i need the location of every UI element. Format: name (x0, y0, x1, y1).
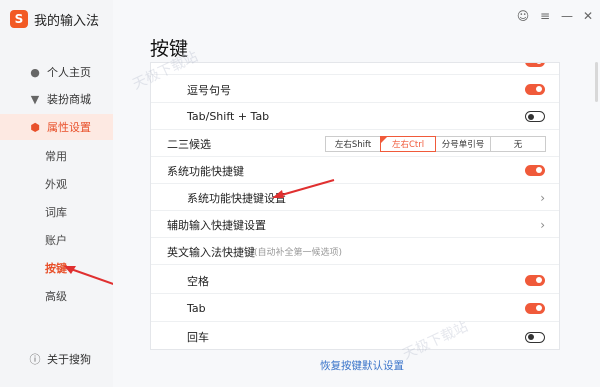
row-label: 回车 (187, 331, 209, 344)
settings-row-system-shortcut-settings[interactable]: 系统功能快捷键设置 › (151, 185, 559, 211)
chevron-right-icon: › (540, 217, 545, 232)
sidebar-subitem-dictionary[interactable]: 词库 (45, 199, 67, 225)
row-label: 系统功能快捷键 (167, 164, 244, 178)
segment-option[interactable]: 左右Shift (325, 136, 381, 152)
toggle-comma-period[interactable] (525, 84, 545, 95)
row-label: 英文输入法快捷键 (167, 245, 255, 259)
app-title: 我的输入法 (34, 13, 100, 29)
sidebar-item-profile[interactable]: ● 个人主页 (0, 59, 113, 85)
sidebar-item-settings[interactable]: ⬢ 属性设置 (0, 114, 113, 140)
chevron-right-icon: › (540, 190, 545, 205)
settings-row-aux-input-shortcuts[interactable]: 辅助输入快捷键设置 › (151, 212, 559, 238)
settings-card: 逗号句号 Tab/Shift + Tab 二三候选 左右Shift 左右Ctrl… (150, 62, 560, 350)
row-label: Tab/Shift + Tab (187, 110, 270, 123)
toggle-tab[interactable] (525, 303, 545, 314)
toggle-system-shortcuts[interactable] (525, 165, 545, 176)
toggle-partial[interactable] (525, 63, 545, 67)
settings-row-system-shortcuts: 系统功能快捷键 (151, 158, 559, 184)
restore-defaults-link[interactable]: 恢复按键默认设置 (320, 358, 404, 373)
scrollbar[interactable] (595, 62, 598, 102)
app-header: S 我的输入法 (10, 9, 99, 29)
gear-icon: ⬢ (30, 120, 40, 134)
row-label: Tab (187, 302, 206, 315)
toggle-tab-shift[interactable] (525, 111, 545, 122)
sidebar-subitem-account[interactable]: 账户 (45, 227, 67, 253)
settings-row-partial (151, 63, 559, 75)
sidebar-item-about[interactable]: ⓘ 关于搜狗 (0, 346, 113, 372)
settings-row-tab: Tab (151, 296, 559, 322)
sidebar-subitem-appearance[interactable]: 外观 (45, 171, 67, 197)
row-label: 逗号句号 (187, 83, 231, 97)
info-icon: ⓘ (29, 353, 41, 366)
settings-row-comma-period: 逗号句号 (151, 77, 559, 103)
app-logo: S (10, 10, 28, 28)
user-icon: ● (30, 65, 40, 79)
sidebar-item-store[interactable]: ▼ 装扮商城 (0, 86, 113, 112)
row-label: 辅助输入快捷键设置 (167, 218, 266, 232)
shirt-icon: ▼ (30, 92, 40, 106)
settings-row-space: 空格 (151, 268, 559, 294)
sidebar-subitem-common[interactable]: 常用 (45, 143, 67, 169)
minimize-icon[interactable]: — (559, 8, 575, 24)
main-panel: 按键 ☺ ≡ — ✕ 逗号句号 Tab/Shift + Tab 二三候选 左右S… (113, 0, 600, 387)
sidebar: S 我的输入法 ● 个人主页 ▼ 装扮商城 ⬢ 属性设置 常用 外观 词库 账户… (0, 0, 137, 387)
segment-option[interactable]: 分号单引号 (435, 136, 491, 152)
settings-row-english-shortcuts: 英文输入法快捷键 (自动补全第一候选项) (151, 239, 559, 265)
sidebar-item-label: 个人主页 (47, 66, 91, 79)
sidebar-item-label: 关于搜狗 (47, 353, 91, 366)
toggle-space[interactable] (525, 275, 545, 286)
row-label: 二三候选 (167, 137, 211, 151)
segment-option-selected[interactable]: 左右Ctrl (380, 136, 436, 152)
sidebar-item-label: 属性设置 (47, 121, 91, 134)
page-title: 按键 (150, 38, 189, 60)
settings-row-second-third-candidate: 二三候选 左右Shift 左右Ctrl 分号单引号 无 (151, 131, 559, 157)
annotation-arrow (272, 179, 335, 198)
feedback-icon[interactable]: ☺ (515, 8, 531, 24)
candidate-segmented-control: 左右Shift 左右Ctrl 分号单引号 无 (325, 136, 546, 152)
settings-row-enter: 回车 (151, 324, 559, 349)
menu-icon[interactable]: ≡ (537, 8, 553, 24)
toggle-enter[interactable] (525, 331, 545, 343)
settings-row-tab-shift: Tab/Shift + Tab (151, 104, 559, 130)
close-icon[interactable]: ✕ (580, 8, 596, 24)
row-label: 空格 (187, 274, 209, 288)
sidebar-item-label: 装扮商城 (47, 93, 91, 106)
segment-option[interactable]: 无 (490, 136, 546, 152)
row-hint: (自动补全第一候选项) (254, 248, 343, 258)
